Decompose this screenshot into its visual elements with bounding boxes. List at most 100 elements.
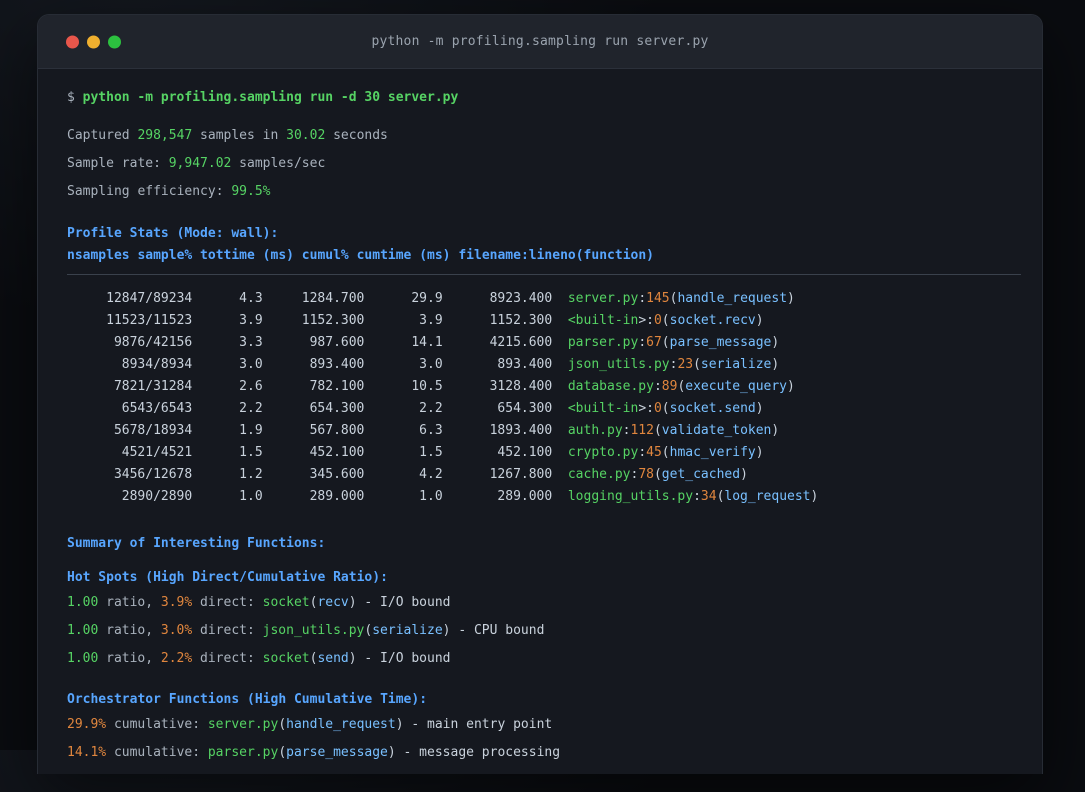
terminal-window: python -m profiling.sampling run server.… — [37, 14, 1043, 774]
nsamples-cell: 12847/89234 — [106, 291, 193, 306]
capture-duration: 30.02 — [286, 128, 326, 143]
tottime-cell: 1152.300 — [301, 313, 365, 328]
cumtime-cell: 893.400 — [497, 357, 553, 372]
nsamples-cell: 5678/18934 — [113, 423, 193, 438]
hot-spots-heading: Hot Spots (High Direct/Cumulative Ratio)… — [67, 570, 388, 585]
cumul-pct-cell: 10.5 — [411, 379, 443, 394]
table-row: 8934/8934 3.0 893.400 3.0 893.400 json_utils.… — [67, 354, 1018, 376]
maximize-button[interactable] — [108, 35, 121, 48]
location-cell: json_utils.py:23(serialize) — [567, 357, 780, 372]
command-text: python -m profiling.sampling run -d 30 s… — [82, 90, 459, 105]
cumtime-cell: 4215.600 — [489, 335, 553, 350]
sample-rate-line: Sample rate: 9,947.02 samples/sec — [67, 156, 326, 171]
nsamples-cell: 6543/6543 — [121, 401, 193, 416]
cumul-pct-cell: 29.9 — [411, 291, 443, 306]
ratio-value: 1.00 — [67, 651, 99, 666]
cumtime-cell: 654.300 — [497, 401, 553, 416]
location-cell: server.py:145(handle_request) — [567, 291, 795, 306]
nsamples-cell: 11523/11523 — [106, 313, 193, 328]
cumtime-cell: 1893.400 — [489, 423, 553, 438]
tottime-cell: 1284.700 — [301, 291, 365, 306]
nsamples-cell: 3456/12678 — [113, 467, 193, 482]
table-row: 6543/6543 2.2 654.300 2.2 654.300 <built-in>:… — [67, 398, 1018, 420]
samples-count: 298,547 — [137, 128, 193, 143]
cumtime-cell: 1267.800 — [489, 467, 553, 482]
sample-pct-cell: 3.0 — [239, 357, 263, 372]
direct-pct-value: 3.0% — [160, 623, 193, 638]
orchestrator-target: parser.py(parse_message) — [207, 745, 396, 760]
window-title: python -m profiling.sampling run server.… — [371, 34, 709, 49]
nsamples-cell: 8934/8934 — [121, 357, 193, 372]
profile-table: 12847/89234 4.3 1284.700 29.9 8923.400 server… — [67, 288, 1018, 508]
summary-heading: Summary of Interesting Functions: — [67, 536, 326, 551]
efficiency-value: 99.5% — [231, 184, 271, 199]
hot-spot-note: - I/O bound — [364, 651, 451, 666]
location-cell: database.py:89(execute_query) — [567, 379, 795, 394]
tottime-cell: 782.100 — [309, 379, 365, 394]
location-cell: crypto.py:45(hmac_verify) — [567, 445, 764, 460]
tottime-cell: 452.100 — [309, 445, 365, 460]
hot-spot-line: 1.00 ratio, 3.9% direct: socket(recv) - I/O b… — [67, 595, 451, 610]
location-cell: auth.py:112(validate_token) — [567, 423, 780, 438]
location-cell: parser.py:67(parse_message) — [567, 335, 780, 350]
cumul-pct-cell: 1.0 — [419, 489, 443, 504]
cumulative-pct-value: 29.9% — [67, 717, 107, 732]
table-row: 2890/2890 1.0 289.000 1.0 289.000 logging_uti… — [67, 486, 1018, 508]
sample-pct-cell: 3.3 — [239, 335, 263, 350]
tottime-cell: 987.600 — [309, 335, 365, 350]
table-row: 3456/12678 1.2 345.600 4.2 1267.800 cache.py:… — [67, 464, 1018, 486]
cumtime-cell: 3128.400 — [489, 379, 553, 394]
cumul-pct-cell: 6.3 — [419, 423, 443, 438]
direct-pct-value: 3.9% — [160, 595, 193, 610]
table-row: 11523/11523 3.9 1152.300 3.9 1152.300 <built-… — [67, 310, 1018, 332]
table-header: nsamples sample% tottime (ms) cumul% cum… — [67, 248, 654, 263]
efficiency-line: Sampling efficiency: 99.5% — [67, 184, 271, 199]
orchestrator-note: - message processing — [403, 745, 561, 760]
sample-pct-cell: 2.6 — [239, 379, 263, 394]
cumul-pct-cell: 2.2 — [419, 401, 443, 416]
cumul-pct-cell: 3.0 — [419, 357, 443, 372]
hot-spot-line: 1.00 ratio, 3.0% direct: json_utils.py(seria… — [67, 623, 545, 638]
cumtime-cell: 1152.300 — [489, 313, 553, 328]
cumtime-cell: 452.100 — [497, 445, 553, 460]
capture-summary-line: Captured 298,547 samples in 30.02 seconds — [67, 128, 388, 143]
cumul-pct-cell: 1.5 — [419, 445, 443, 460]
table-row: 9876/42156 3.3 987.600 14.1 4215.600 parser.p… — [67, 332, 1018, 354]
orchestrator-line: 14.1% cumulative: parser.py(parse_message)… — [67, 745, 561, 760]
sample-rate-value: 9,947.02 — [168, 156, 232, 171]
tottime-cell: 893.400 — [309, 357, 365, 372]
sample-pct-cell: 2.2 — [239, 401, 263, 416]
table-row: 4521/4521 1.5 452.100 1.5 452.100 crypto.py:4… — [67, 442, 1018, 464]
window-controls — [66, 35, 121, 48]
orchestrator-target: server.py(handle_request) — [207, 717, 404, 732]
cumul-pct-cell: 4.2 — [419, 467, 443, 482]
hot-spot-target: json_utils.py(serialize) — [262, 623, 451, 638]
ratio-value: 1.00 — [67, 623, 99, 638]
table-row: 12847/89234 4.3 1284.700 29.9 8923.400 server… — [67, 288, 1018, 310]
close-button[interactable] — [66, 35, 79, 48]
profile-stats-heading: Profile Stats (Mode: wall): — [67, 226, 279, 241]
hot-spot-note: - CPU bound — [458, 623, 545, 638]
direct-pct-value: 2.2% — [160, 651, 193, 666]
nsamples-cell: 2890/2890 — [121, 489, 193, 504]
command-line: $ python -m profiling.sampling run -d 30 … — [67, 89, 1018, 107]
nsamples-cell: 4521/4521 — [121, 445, 193, 460]
location-cell: logging_utils.py:34(log_request) — [567, 489, 819, 504]
location-cell: cache.py:78(get_cached) — [567, 467, 748, 482]
orchestrator-line: 29.9% cumulative: server.py(handle_request… — [67, 717, 553, 732]
ratio-value: 1.00 — [67, 595, 99, 610]
terminal-output: $ python -m profiling.sampling run -d 30 … — [38, 89, 1042, 792]
cumulative-pct-value: 14.1% — [67, 745, 107, 760]
location-cell: <built-in>:0(socket.send) — [567, 401, 764, 416]
sample-pct-cell: 1.0 — [239, 489, 263, 504]
minimize-button[interactable] — [87, 35, 100, 48]
location-cell: <built-in>:0(socket.recv) — [567, 313, 764, 328]
orchestrators-heading: Orchestrator Functions (High Cumulative … — [67, 692, 428, 707]
shell-prompt: $ — [67, 90, 75, 105]
table-divider — [67, 274, 1021, 275]
hot-spot-target: socket(recv) — [262, 595, 357, 610]
titlebar: python -m profiling.sampling run server.… — [38, 15, 1042, 69]
hot-spot-target: socket(send) — [262, 651, 357, 666]
hot-spot-note: - I/O bound — [364, 595, 451, 610]
cumtime-cell: 289.000 — [497, 489, 553, 504]
